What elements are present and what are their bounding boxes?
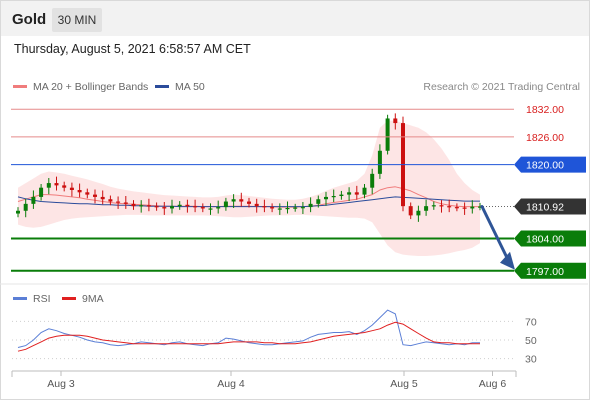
candle [185,204,190,207]
last-price-label: 1810.92 [526,202,564,214]
candle [431,205,436,207]
candle [85,192,90,195]
candle [100,196,105,200]
candle [170,206,174,209]
candle [377,150,382,174]
ma20-legend-label: MA 20 + Bollinger Bands [33,81,148,93]
price-chart: MA 20 + Bollinger Bands MA 50 Research ©… [0,81,588,390]
candle [385,118,390,151]
rsi-legend-label: RSI [33,293,51,305]
rsi-plot: 30 50 70 [12,309,537,366]
candle [254,203,259,207]
candle [131,203,136,207]
candle [69,187,74,190]
x-tick-label: Aug 5 [390,378,418,390]
candle [454,207,459,209]
candle [231,199,236,202]
candle [462,207,467,209]
candle [354,192,359,195]
candle [393,118,398,124]
x-tick-label: Aug 4 [217,378,245,390]
candle [331,196,336,198]
candle [408,206,413,216]
candle [308,203,313,208]
candle [285,208,290,210]
forecast-arrow-head [500,251,515,270]
level-label: 1804.00 [526,233,564,245]
candle [216,207,221,209]
candle [300,207,305,209]
candle [470,206,475,209]
candle [154,206,159,208]
candle [293,207,298,209]
level-label: 1797.00 [526,266,564,278]
candle [200,207,205,209]
candle [362,187,367,195]
candle [54,183,59,186]
x-tick-label: Aug 6 [479,378,507,390]
price-plot [16,113,482,256]
rsi-ma-legend-swatch [62,297,76,300]
rsi-legend: RSI 9MA [13,293,104,305]
x-tick-label: Aug 3 [47,378,75,390]
level-label: 1826.00 [526,132,564,144]
candle [177,204,182,207]
rsi-ma-legend-label: 9MA [82,293,104,305]
candle [116,201,121,203]
candle [416,210,421,216]
candle [108,199,113,202]
candle [424,206,429,211]
rsi-ma-line [17,321,480,352]
candle [16,210,20,214]
candle [62,185,67,188]
candle [93,194,97,197]
candle [262,206,267,208]
candle [316,199,321,204]
candle [239,199,244,202]
candle [370,173,375,188]
candle [193,206,198,208]
candle [339,194,344,196]
legend: MA 20 + Bollinger Bands MA 50 Research ©… [13,81,580,93]
candle [447,206,452,208]
candle [123,202,128,204]
candle [277,208,282,210]
level-label: 1832.00 [526,104,564,116]
level-label: 1820.00 [526,160,564,172]
candle [324,196,328,200]
x-axis: Aug 3 Aug 4 Aug 5 Aug 6 [11,370,517,390]
ma50-legend-label: MA 50 [175,81,205,93]
forecast-arrow-line [480,205,510,262]
candle [23,203,28,211]
candle [39,187,44,197]
ma20-legend-swatch [13,85,27,88]
candle [247,201,251,204]
credit-text: Research © 2021 Trading Central [423,81,580,93]
candle [46,183,51,188]
candle [347,192,352,195]
rsi-tick-label: 50 [525,335,537,347]
candle [208,208,213,210]
candle [439,205,444,207]
candle [139,205,144,207]
rsi-tick-label: 70 [525,316,537,328]
rsi-tick-label: 30 [525,354,537,366]
candle [146,205,151,207]
bollinger-band [18,120,480,256]
candle [223,201,228,208]
candle [77,190,82,193]
ma50-legend-swatch [155,85,169,88]
candle [270,207,275,209]
candle [31,196,36,204]
candle [162,207,167,209]
rsi-legend-swatch [13,297,27,300]
